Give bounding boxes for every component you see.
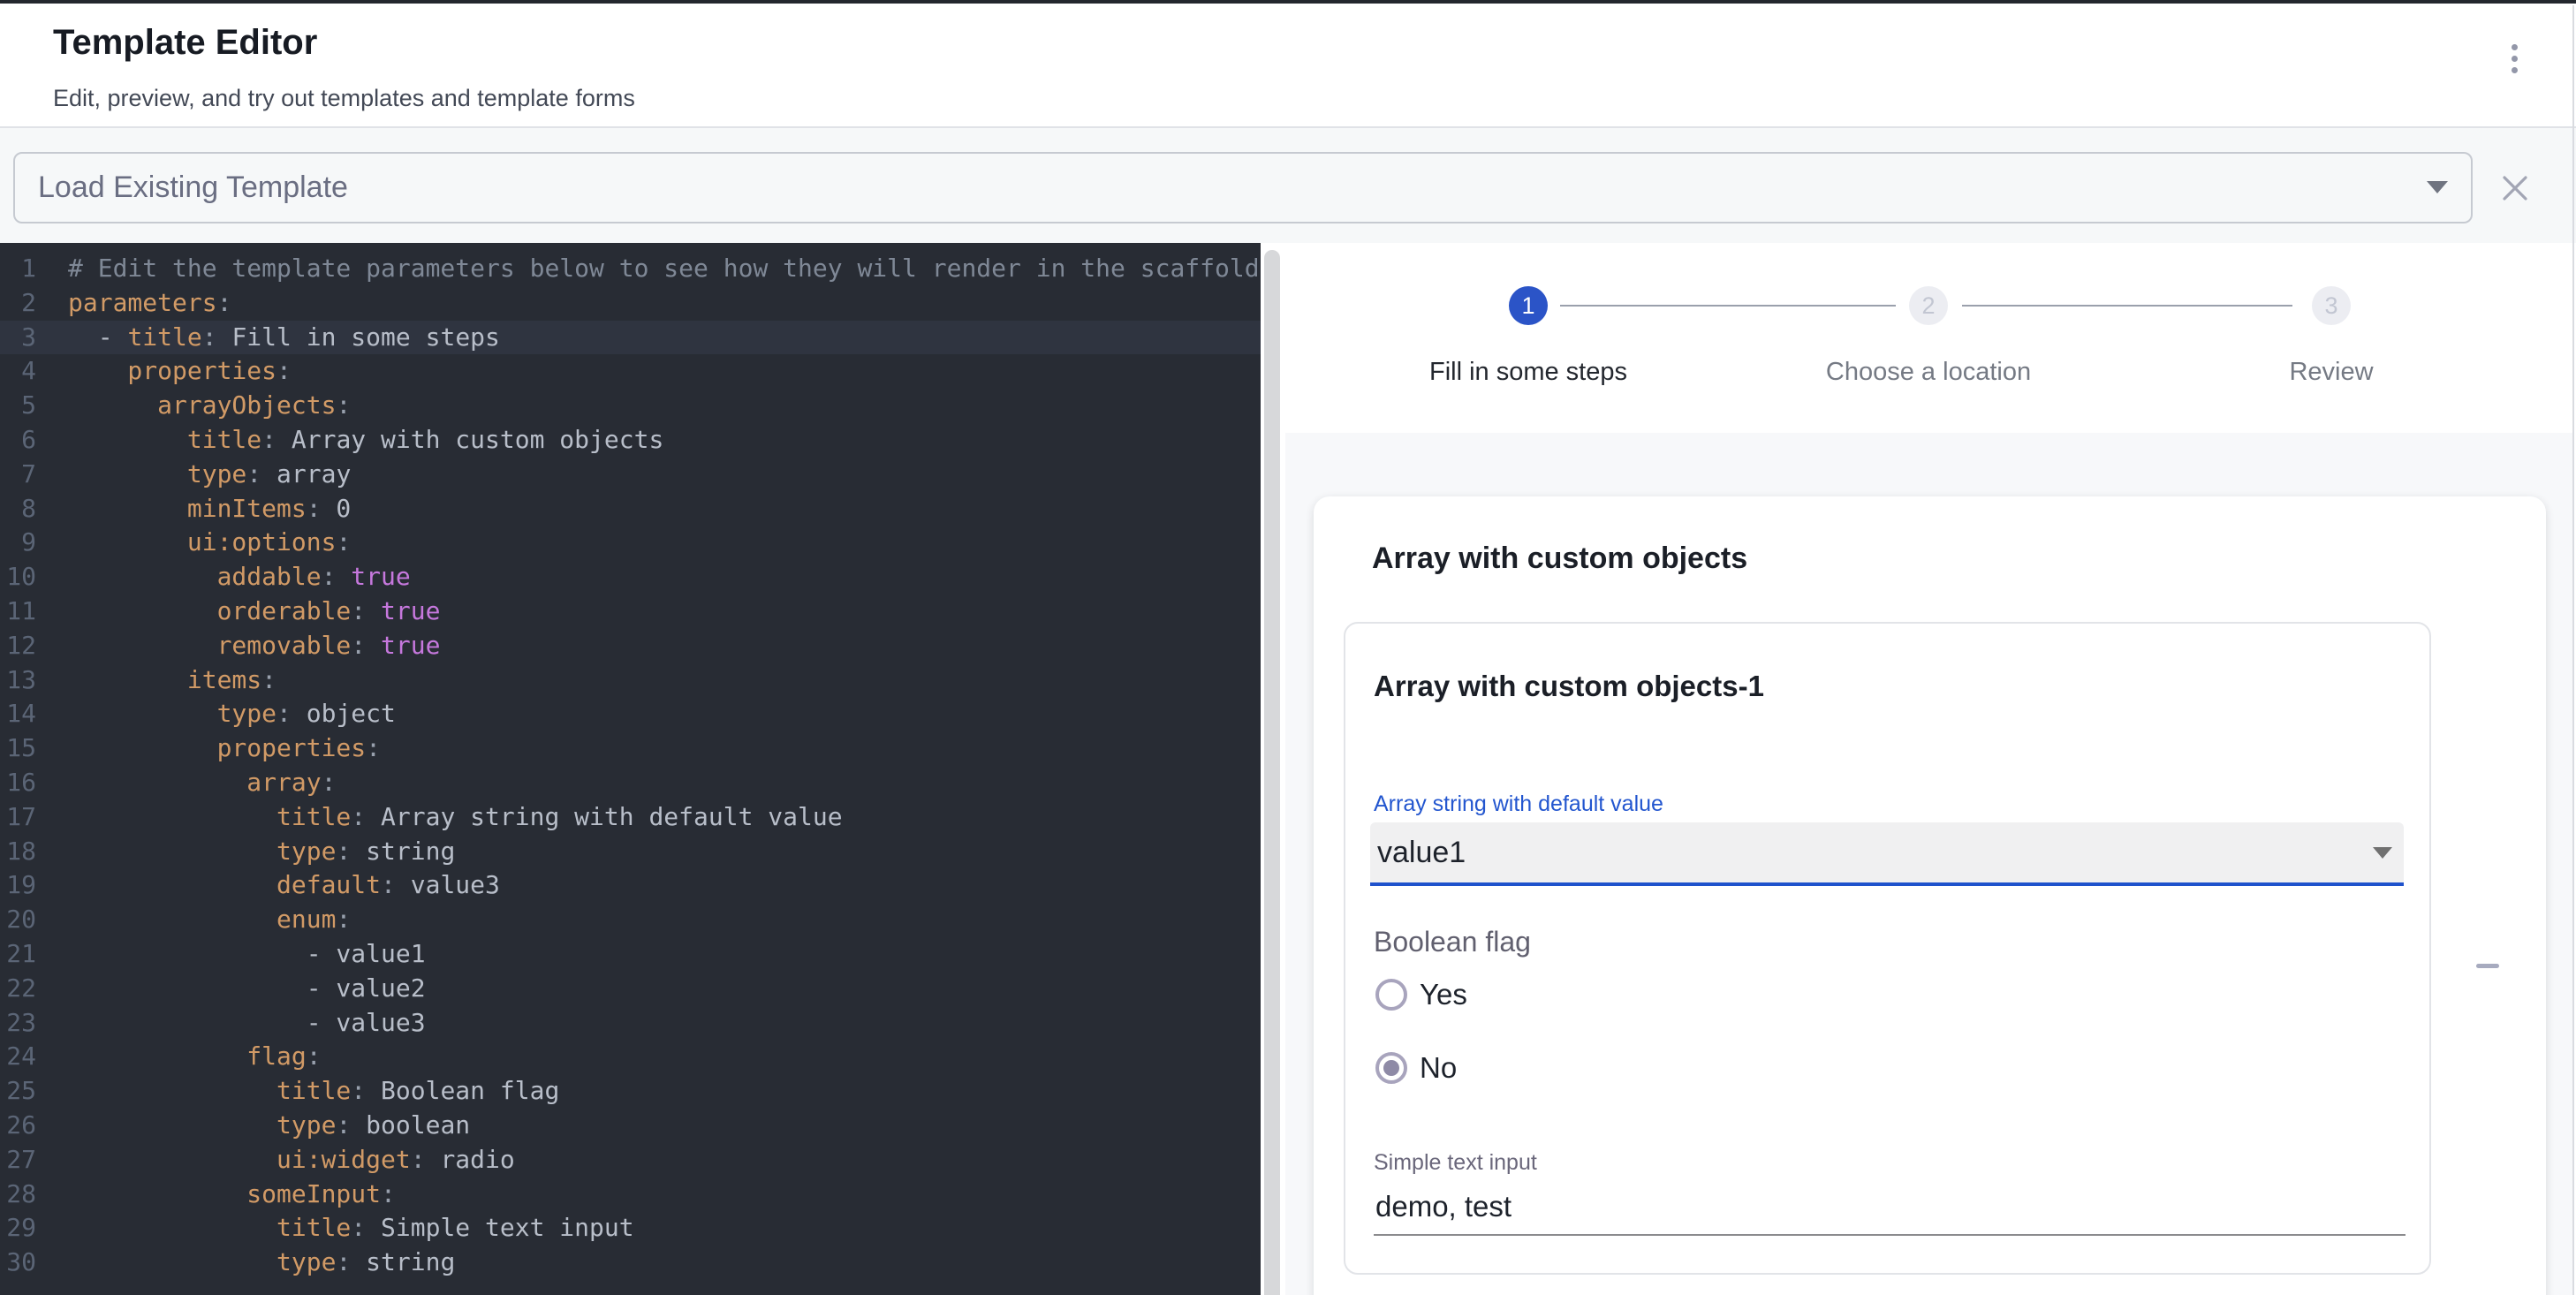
text-input-underline xyxy=(1374,1234,2406,1236)
form-section-card: Array with custom objects Array with cus… xyxy=(1314,496,2546,1295)
radio-group-label: Boolean flag xyxy=(1374,926,1531,958)
step-label: Choose a location xyxy=(1752,358,2105,387)
remove-array-item-button[interactable] xyxy=(2465,950,2511,982)
radio-label: Yes xyxy=(1420,979,1467,1011)
close-icon xyxy=(2500,173,2530,203)
radio-label: No xyxy=(1420,1052,1457,1084)
section-title: Array with custom objects xyxy=(1372,541,1747,576)
load-select-placeholder: Load Existing Template xyxy=(38,154,348,222)
template-preview-panel: 1 Fill in some steps 2 Choose a location… xyxy=(1285,243,2572,1295)
array-item-title: Array with custom objects-1 xyxy=(1374,670,1764,703)
step-connector xyxy=(1962,305,2292,307)
array-string-select[interactable]: value1 xyxy=(1370,822,2404,886)
select-caret-icon xyxy=(2373,847,2392,859)
step-connector xyxy=(1560,305,1896,307)
kebab-menu-icon[interactable] xyxy=(2505,44,2523,87)
code-lines: 1# Edit the template parameters below to… xyxy=(0,252,1261,1280)
page-subtitle: Edit, preview, and try out templates and… xyxy=(53,85,635,112)
select-field-label: Array string with default value xyxy=(1374,791,1663,817)
template-editor-page: Template Editor Edit, preview, and try o… xyxy=(0,0,2576,1295)
load-template-toolbar: Load Existing Template xyxy=(0,128,2576,243)
chevron-down-icon xyxy=(2427,181,2448,193)
page-title: Template Editor xyxy=(53,23,317,63)
page-header: Template Editor Edit, preview, and try o… xyxy=(0,4,2576,126)
pane-splitter xyxy=(1261,243,1285,1295)
step-circle[interactable]: 3 xyxy=(2312,286,2351,325)
page-right-edge xyxy=(2572,5,2574,1295)
step-label: Review xyxy=(2155,358,2508,387)
yaml-code-editor[interactable]: 1# Edit the template parameters below to… xyxy=(0,243,1261,1295)
editor-scrollbar-thumb[interactable] xyxy=(1264,250,1280,1295)
select-value: value1 xyxy=(1377,822,1466,882)
step-label: Fill in some steps xyxy=(1352,358,1705,387)
simple-text-input[interactable]: demo, test xyxy=(1375,1189,2383,1224)
text-field-label: Simple text input xyxy=(1374,1150,1537,1176)
radio-icon xyxy=(1375,1052,1407,1084)
minus-icon xyxy=(2476,964,2499,968)
load-existing-template-select[interactable]: Load Existing Template xyxy=(13,152,2473,223)
step-circle[interactable]: 1 xyxy=(1509,286,1548,325)
step-circle[interactable]: 2 xyxy=(1909,286,1948,325)
clear-selection-button[interactable] xyxy=(2500,173,2530,203)
radio-icon xyxy=(1375,979,1407,1011)
array-item-card: Array with custom objects-1 Array string… xyxy=(1344,622,2431,1275)
